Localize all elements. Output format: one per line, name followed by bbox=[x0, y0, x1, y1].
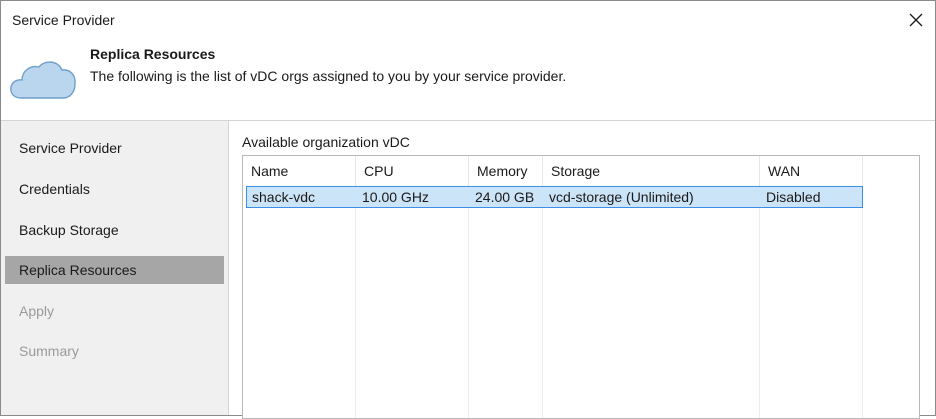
sidebar-item-label: Summary bbox=[19, 343, 79, 359]
close-icon bbox=[909, 13, 923, 27]
title-bar: Service Provider bbox=[1, 1, 935, 41]
sidebar-item-label: Service Provider bbox=[19, 140, 122, 156]
column-divider bbox=[542, 186, 543, 418]
cell-name: shack-vdc bbox=[252, 189, 316, 205]
column-divider bbox=[759, 186, 760, 418]
cell-storage: vcd-storage (Unlimited) bbox=[549, 189, 694, 205]
column-divider bbox=[862, 186, 863, 418]
sidebar-item-label: Backup Storage bbox=[19, 222, 119, 238]
column-header-memory[interactable]: Memory bbox=[469, 156, 543, 186]
header-description: The following is the list of vDC orgs as… bbox=[90, 68, 567, 84]
window-title: Service Provider bbox=[12, 12, 115, 28]
sidebar-item-label: Credentials bbox=[19, 181, 90, 197]
column-divider bbox=[355, 186, 356, 418]
sidebar-item-label: Replica Resources bbox=[19, 262, 137, 278]
column-header-wan[interactable]: WAN bbox=[760, 156, 863, 186]
sidebar-item-apply: Apply bbox=[5, 297, 224, 325]
column-header-cpu[interactable]: CPU bbox=[356, 156, 469, 186]
sidebar-item-replica-resources[interactable]: Replica Resources bbox=[5, 256, 224, 284]
cell-memory: 24.00 GB bbox=[475, 189, 535, 205]
cell-wan: Disabled bbox=[766, 189, 821, 205]
vdc-list-label: Available organization vDC bbox=[242, 134, 410, 150]
main-content: Available organization vDC Name CPU Memo… bbox=[229, 121, 935, 419]
header-title: Replica Resources bbox=[90, 46, 216, 62]
vdc-table[interactable]: Name CPU Memory Storage WAN shack-vdc 10… bbox=[242, 155, 920, 419]
wizard-steps-sidebar: Service Provider Credentials Backup Stor… bbox=[1, 121, 229, 415]
sidebar-item-credentials[interactable]: Credentials bbox=[5, 175, 224, 203]
close-button[interactable] bbox=[903, 7, 929, 33]
sidebar-item-label: Apply bbox=[19, 303, 55, 319]
cell-cpu: 10.00 GHz bbox=[362, 189, 429, 205]
sidebar-item-service-provider[interactable]: Service Provider bbox=[5, 134, 224, 162]
column-divider bbox=[468, 186, 469, 418]
table-row[interactable]: shack-vdc 10.00 GHz 24.00 GB vcd-storage… bbox=[246, 186, 863, 208]
wizard-header: Replica Resources The following is the l… bbox=[1, 41, 935, 121]
sidebar-item-backup-storage[interactable]: Backup Storage bbox=[5, 216, 224, 244]
sidebar-item-summary: Summary bbox=[5, 337, 224, 365]
column-header-storage[interactable]: Storage bbox=[543, 156, 760, 186]
column-header-name[interactable]: Name bbox=[243, 156, 356, 186]
cloud-icon bbox=[10, 61, 76, 99]
service-provider-dialog: Service Provider Replica Resources The f… bbox=[0, 0, 936, 419]
